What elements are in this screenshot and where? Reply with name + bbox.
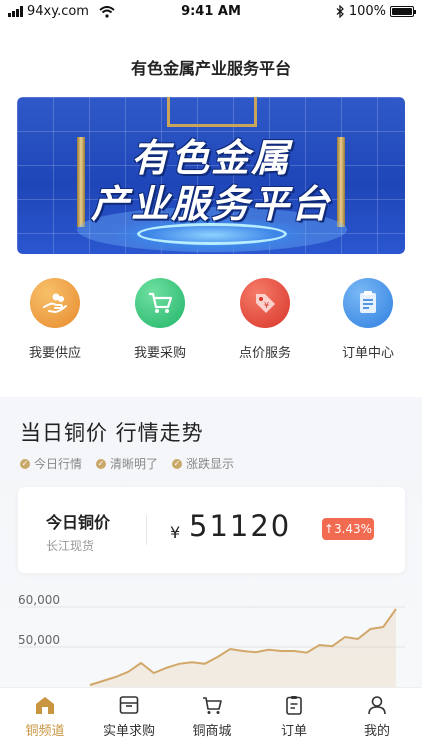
bottom-tabbar: 铜频道 实单求购 铜商城 订单 我的: [0, 687, 422, 750]
user-icon: [368, 696, 386, 715]
tab-mine[interactable]: 我的: [335, 694, 419, 739]
inbox-icon: [119, 696, 139, 714]
check-icon: ✓: [96, 458, 107, 469]
quick-action-purchase[interactable]: 我要采购: [115, 278, 205, 361]
supply-hand-icon: [30, 278, 80, 328]
order-note-icon: [343, 278, 393, 328]
price-value: 51120: [189, 509, 292, 543]
tab-label: 实单求购: [102, 724, 155, 739]
price-card-label: 今日铜价: [46, 513, 111, 532]
quick-action-label: 我要供应: [28, 346, 81, 361]
trend-section: 当日铜价 行情走势 ✓ 今日行情 ✓ 清晰明了 ✓ 涨跌显示 今日铜价 长江现货 ¥ …: [0, 397, 422, 687]
tab-label: 我的: [363, 724, 390, 739]
cart-icon: [203, 697, 222, 714]
trend-tag: ✓ 今日行情: [20, 455, 82, 472]
price-trend-chart: 60,000 50,000: [18, 593, 405, 687]
price-currency: ¥: [170, 523, 181, 542]
bluetooth-icon: [336, 5, 344, 18]
tab-copper-channel[interactable]: 铜频道: [3, 694, 87, 739]
quick-action-orders[interactable]: 订单中心: [323, 278, 413, 361]
quick-actions: 我要供应 我要采购 ¥ 点价服务 订单中心: [0, 278, 422, 368]
trend-tag: ✓ 清晰明了: [96, 455, 158, 472]
shopping-cart-icon: [135, 278, 185, 328]
banner-title-line2: 产业服务平台: [90, 182, 331, 226]
trend-tag: ✓ 涨跌显示: [172, 455, 234, 472]
check-icon: ✓: [172, 458, 183, 469]
clipboard-icon: [286, 696, 302, 715]
chart-area-fill: [90, 609, 396, 687]
trend-tag-label: 今日行情: [34, 457, 83, 471]
trend-tags: ✓ 今日行情 ✓ 清晰明了 ✓ 涨跌显示: [20, 455, 234, 472]
quick-action-label: 订单中心: [341, 346, 394, 361]
svg-text:¥: ¥: [264, 301, 269, 310]
chart-tick-label: 50,000: [18, 633, 60, 647]
battery-icon: [390, 6, 416, 17]
check-icon: ✓: [20, 458, 30, 469]
tab-orders[interactable]: 订单: [252, 694, 336, 739]
price-card-source: 长江现货: [46, 539, 95, 553]
home-icon: [36, 697, 54, 714]
status-bar: 94xy.com 9:41 AM 100%: [0, 0, 422, 24]
tab-copper-mall[interactable]: 铜商城: [170, 694, 254, 739]
trend-title: 当日铜价 行情走势: [20, 421, 204, 445]
price-card-divider: [146, 515, 147, 545]
banner-frame: [167, 97, 257, 127]
status-right: 100%: [336, 4, 416, 19]
hero-banner[interactable]: 有色金属 产业服务平台: [17, 97, 405, 254]
tab-label: 铜频道: [25, 724, 65, 739]
price-tag-icon: ¥: [240, 278, 290, 328]
page-title: 有色金属产业服务平台: [130, 59, 291, 78]
quick-action-pricing[interactable]: ¥ 点价服务: [220, 278, 310, 361]
tab-purchase-requests[interactable]: 实单求购: [87, 694, 171, 739]
battery-percent: 100%: [348, 4, 386, 19]
tab-label: 铜商城: [192, 724, 232, 739]
chart-tick-label: 60,000: [18, 593, 60, 607]
tab-label: 订单: [280, 724, 307, 739]
quick-action-label: 我要采购: [133, 346, 186, 361]
quick-action-supply[interactable]: 我要供应: [10, 278, 100, 361]
trend-tag-label: 涨跌显示: [186, 457, 235, 471]
quick-action-label: 点价服务: [238, 346, 291, 361]
trend-tag-label: 清晰明了: [110, 457, 159, 471]
price-card[interactable]: 今日铜价 长江现货 ¥ 51120 ↑3.43%: [18, 487, 405, 573]
price-change-badge: ↑3.43%: [322, 518, 374, 540]
